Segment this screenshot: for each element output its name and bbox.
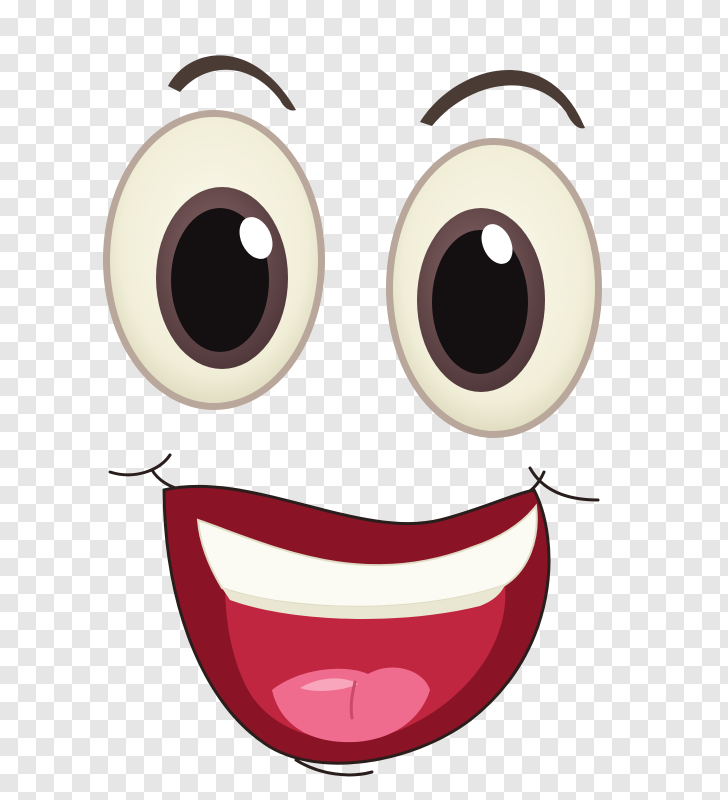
cartoon-face-svg (0, 0, 728, 800)
right-eye (386, 138, 602, 438)
right-pupil (432, 230, 528, 374)
face-illustration (0, 0, 728, 800)
left-eye (103, 110, 325, 410)
